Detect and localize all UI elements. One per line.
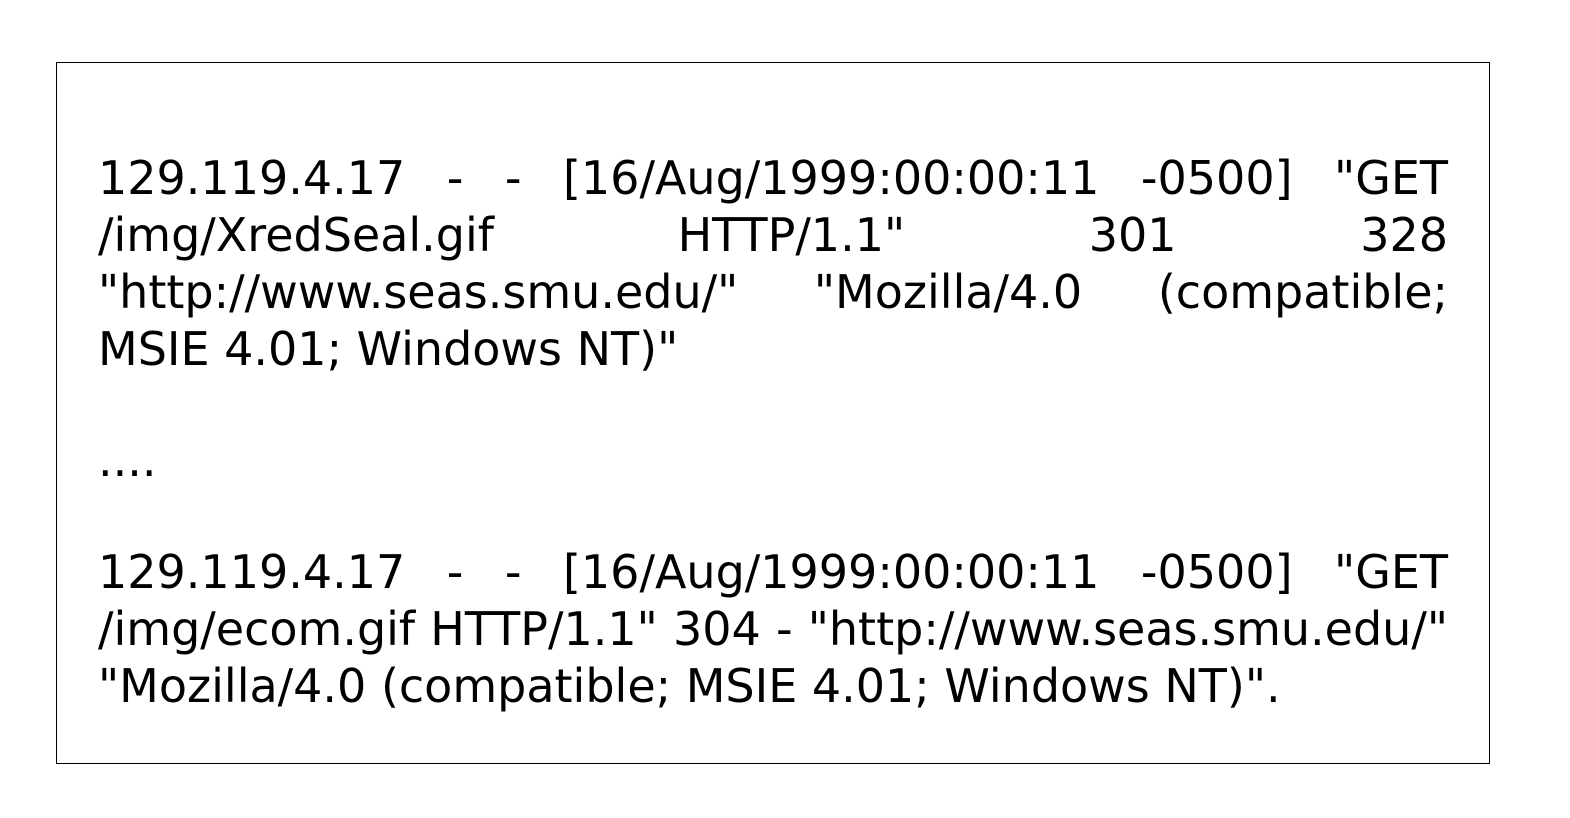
log-excerpt-content: 129.119.4.17 - - [16/Aug/1999:00:00:11 -… — [98, 150, 1448, 715]
log-entry-1: 129.119.4.17 - - [16/Aug/1999:00:00:11 -… — [98, 151, 1448, 376]
log-entry-2: 129.119.4.17 - - [16/Aug/1999:00:00:11 -… — [98, 545, 1448, 713]
log-separator: .... — [98, 433, 157, 487]
